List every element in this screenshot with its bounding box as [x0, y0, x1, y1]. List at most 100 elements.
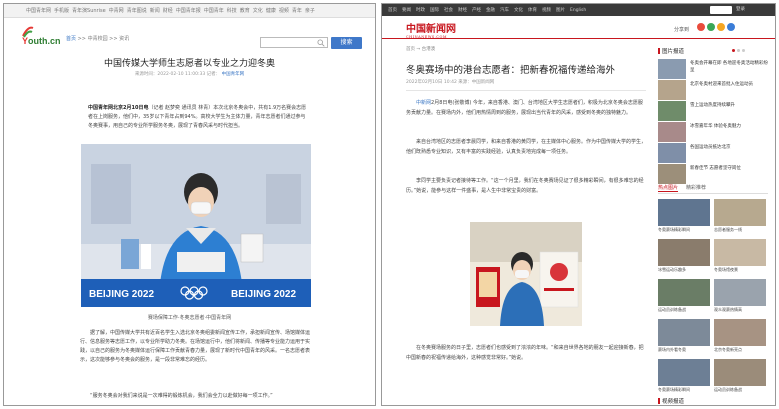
tab-recommended[interactable]: 精彩推荐 [686, 184, 706, 191]
nav-link[interactable]: 文化 [253, 7, 263, 14]
grid-photo-item[interactable]: 冬奥场馆夜景 [714, 239, 766, 279]
grid-caption: 冰雪运动乐趣多 [658, 267, 686, 272]
nav-link[interactable]: 社会 [444, 7, 453, 13]
search-input[interactable] [260, 37, 328, 48]
nav-link[interactable]: English [570, 8, 586, 13]
sidebar-news-item[interactable]: 新春佳节 志愿者坚守岗位 [658, 164, 768, 186]
article-source[interactable]: 中国青年网 [222, 72, 245, 77]
sidebar-news-item[interactable]: 雪上运动热度持续攀升 [658, 101, 768, 123]
nav-link[interactable]: 金融 [486, 7, 495, 13]
nav-link[interactable]: 视频 [279, 7, 289, 14]
photo-illustration: BEIJING 2022 BEIJING 2022 [81, 144, 311, 307]
grid-photo-item[interactable]: 冬奥赛场精彩瞬间 [658, 199, 710, 239]
login-link[interactable]: 登录 [736, 6, 745, 12]
grid-caption: 赛场内外看冬奥 [658, 347, 686, 352]
grid-photo-item[interactable]: 志愿者服务一线 [714, 199, 766, 239]
nav-link[interactable]: 汽车 [500, 7, 509, 13]
grid-thumbnail [658, 319, 710, 346]
top-search-input[interactable] [710, 6, 732, 14]
nav-link[interactable]: 图片 [556, 7, 565, 13]
tab-hot-photos[interactable]: 热点图片 [658, 184, 679, 192]
search-icon [317, 39, 325, 47]
search-button[interactable]: 搜索 [331, 37, 362, 49]
youth-cn-window: 中国青年网 手机版 青年演Sunrise 中青网 青年图说 新闻 财经 中国青年报 中国青年 科技… [3, 3, 376, 406]
nav-link[interactable]: 中国青年网 [26, 7, 51, 14]
article-date: 来源时间：2022-02-10 11:00:33 记者： [134, 72, 221, 77]
news-thumbnail [658, 59, 686, 79]
chinanews-window: 首页 要闻 时政 国际 社会 财经 产经 金融 汽车 文化 体育 视频 图片 English 登录 中国新… [381, 3, 776, 406]
nav-link[interactable]: 首页 [388, 7, 397, 13]
top-nav-bar: 中国青年网 手机版 青年演Sunrise 中青网 青年图说 新闻 财经 中国青年报 中国青年 科技… [4, 4, 375, 18]
nav-link[interactable]: 科技 [227, 7, 237, 14]
grid-photo-item[interactable]: 冬奥赛场精彩瞬间 [658, 359, 710, 399]
nav-link[interactable]: 手机版 [54, 7, 69, 14]
grid-caption: 观众观赛热情高 [714, 307, 742, 312]
nav-link[interactable]: 时政 [416, 7, 425, 13]
nav-link[interactable]: 青年演Sunrise [72, 7, 106, 14]
paragraph-text: 2月8日电(张敬博) 今年，来自香港、澳门、台湾地区大学生志愿者们，积极为北京冬… [406, 100, 643, 116]
photo-illustration [470, 222, 582, 326]
news-title: 新春佳节 志愿者坚守岗位 [690, 166, 741, 171]
sidebar-news-item[interactable]: 冰雪嘉年华 体验冬奥魅力 [658, 122, 768, 144]
grid-photo-item[interactable]: 赛场内外看冬奥 [658, 319, 710, 359]
nav-link[interactable]: 国际 [430, 7, 439, 13]
nav-link[interactable]: 财经 [458, 7, 467, 13]
breadcrumb-path[interactable]: 中青校园 >> 资讯 [88, 36, 130, 42]
youth-cn-logo[interactable]: Youth.cn [22, 26, 64, 46]
article-photo-volunteer [470, 222, 582, 326]
grid-photo-item[interactable]: 冰雪运动乐趣多 [658, 239, 710, 279]
article-title: 中国传媒大学师生志愿者以专业之力迎冬奥 [103, 59, 275, 69]
sidebar-news-item[interactable]: 冬奥会开幕在即 各地迎冬奥活动精彩纷呈 [658, 59, 768, 81]
photo-caption: 赛场保障工作·冬奥志愿者·中国青年网 [147, 315, 232, 321]
grid-caption: 运动员训练备战 [714, 387, 742, 392]
nav-link[interactable]: 产经 [472, 7, 481, 13]
news-title: 各国运动员抵达北京 [690, 145, 731, 150]
nav-link[interactable]: 体育 [528, 7, 537, 13]
nav-link[interactable]: 教育 [240, 7, 250, 14]
nav-link[interactable]: 财经 [163, 7, 173, 14]
share-platform-icon[interactable] [697, 23, 705, 31]
grid-thumbnail [714, 359, 766, 386]
news-thumbnail [658, 101, 686, 121]
nav-link[interactable]: 新闻 [150, 7, 160, 14]
breadcrumb[interactable]: 首页 → 台港澳 [406, 46, 435, 52]
logo-main: 中国新闻网 [406, 24, 456, 35]
article-source-link[interactable]: 中新网 [416, 100, 431, 106]
grid-caption: 冬奥场馆夜景 [714, 267, 738, 272]
breadcrumb-home[interactable]: 首页 [66, 36, 76, 42]
article-paragraph-1: 中新网2月8日电(张敬博) 今年，来自香港、澳门、台湾地区大学生志愿者们，积极为… [406, 99, 646, 118]
share-platform-icon[interactable] [717, 23, 725, 31]
nav-link[interactable]: 要闻 [402, 7, 411, 13]
grid-thumbnail [658, 239, 710, 266]
sidebar-news-item[interactable]: 北京冬奥村迎来首批入住运动员 [658, 80, 768, 102]
grid-thumbnail [714, 239, 766, 266]
nav-link[interactable]: 视频 [542, 7, 551, 13]
grid-photo-item[interactable]: 北京冬奥新亮点 [714, 319, 766, 359]
carousel-dots[interactable] [732, 49, 747, 52]
share-platform-icon[interactable] [727, 23, 735, 31]
logo-text: Youth.cn [22, 36, 61, 46]
chinanews-logo[interactable]: 中国新闻网 CHINANEWS.COM [406, 20, 456, 39]
news-title: 北京冬奥村迎来首批入住运动员 [690, 82, 753, 87]
article-paragraph-2: 来自台湾地区的志愿者李晨同学，和来自香港的黄同学，在主媒体中心服务。作为中国传媒… [406, 139, 647, 155]
nav-link[interactable]: 中国青年 [204, 7, 224, 14]
nav-link[interactable]: 中青网 [109, 7, 124, 14]
grid-photo-item[interactable]: 运动员训练备战 [658, 279, 710, 319]
nav-link[interactable]: 亲子 [305, 7, 315, 14]
news-title: 冰雪嘉年华 体验冬奥魅力 [690, 124, 741, 129]
nav-link[interactable]: 中国青年报 [176, 7, 201, 14]
nav-link[interactable]: 健康 [266, 7, 276, 14]
nav-link[interactable]: 青年 [292, 7, 302, 14]
grid-photo-item[interactable]: 运动员训练备战 [714, 359, 766, 399]
grid-thumbnail [658, 199, 710, 226]
grid-photo-item[interactable]: 观众观赛热情高 [714, 279, 766, 319]
nav-link[interactable]: 青年图说 [127, 7, 147, 14]
share-icons [697, 23, 737, 31]
article-paragraph-2: 据了解，中国传媒大学共有近百名学生入选北京冬奥组委新闻宣传工作，承担新闻宣传、场… [80, 330, 311, 363]
title-divider [406, 90, 646, 91]
nav-link[interactable]: 文化 [514, 7, 523, 13]
news-thumbnail [658, 80, 686, 100]
sidebar-news-item[interactable]: 各国运动员抵达北京 [658, 143, 768, 165]
share-platform-icon[interactable] [707, 23, 715, 31]
banner-text-right: BEIJING 2022 [231, 289, 296, 300]
